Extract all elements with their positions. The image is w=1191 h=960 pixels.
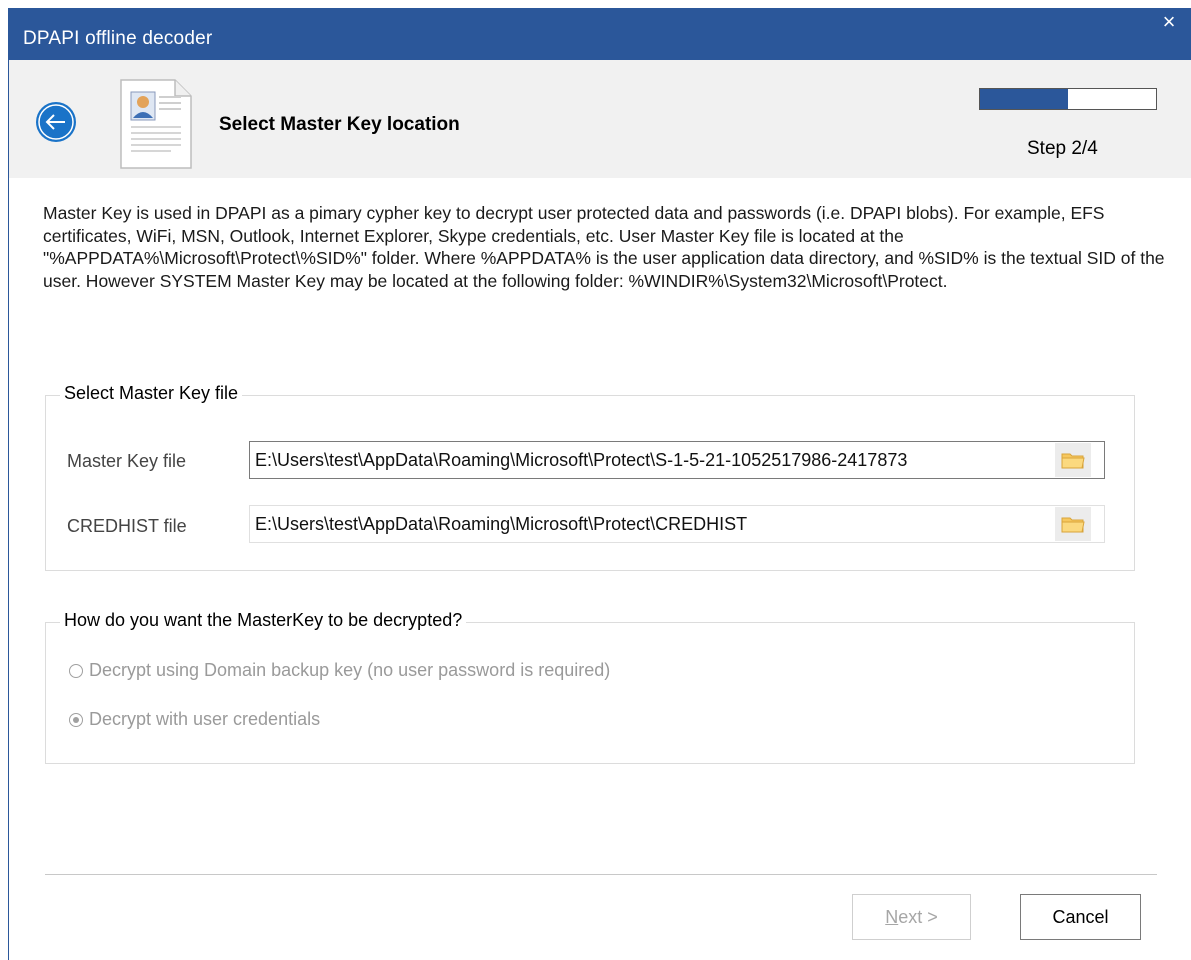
document-icon (120, 79, 192, 169)
title-bar: DPAPI offline decoder × (9, 8, 1191, 60)
next-mnemonic: N (885, 907, 899, 927)
radio-user-credentials[interactable]: Decrypt with user credentials (69, 709, 769, 733)
dialog-window: DPAPI offline decoder × Select Master Ke… (8, 8, 1191, 960)
window-title: DPAPI offline decoder (23, 28, 213, 49)
cancel-button[interactable]: Cancel (1020, 894, 1141, 940)
decryption-method-group: How do you want the MasterKey to be decr… (45, 610, 1135, 764)
wizard-header: Select Master Key location Step 2/4 (9, 60, 1191, 178)
browse-credhist-button[interactable] (1055, 507, 1091, 541)
footer-divider (45, 874, 1157, 875)
radio-label: Decrypt using Domain backup key (no user… (89, 660, 611, 680)
browse-master-key-button[interactable] (1055, 443, 1091, 477)
group-label: How do you want the MasterKey to be decr… (60, 610, 467, 631)
master-key-file-group: Select Master Key file (45, 383, 1135, 571)
radio-button[interactable] (69, 664, 83, 678)
master-key-file-label: Master Key file (67, 451, 187, 471)
arrow-left-icon (38, 104, 74, 140)
next-label: ext > (898, 907, 938, 927)
folder-icon (1061, 517, 1085, 533)
folder-icon (1061, 453, 1085, 469)
master-key-file-input[interactable]: E:\Users\test\AppData\Roaming\Microsoft\… (249, 441, 1105, 479)
page-title: Select Master Key location (219, 114, 460, 135)
radio-domain-backup-key[interactable]: Decrypt using Domain backup key (no user… (69, 660, 769, 684)
progress-fill (980, 89, 1068, 109)
back-button[interactable] (36, 102, 76, 142)
radio-button[interactable] (69, 713, 83, 727)
close-icon[interactable]: × (1146, 8, 1191, 38)
step-indicator: Step 2/4 (1027, 138, 1098, 159)
group-label: Select Master Key file (60, 383, 243, 404)
next-button[interactable]: Next > (852, 894, 971, 940)
credhist-file-input[interactable]: E:\Users\test\AppData\Roaming\Microsoft\… (249, 505, 1105, 543)
step-progress-bar (979, 88, 1157, 110)
description-text: Master Key is used in DPAPI as a pimary … (43, 203, 1165, 291)
radio-label: Decrypt with user credentials (89, 709, 321, 729)
credhist-file-label: CREDHIST file (67, 516, 187, 536)
